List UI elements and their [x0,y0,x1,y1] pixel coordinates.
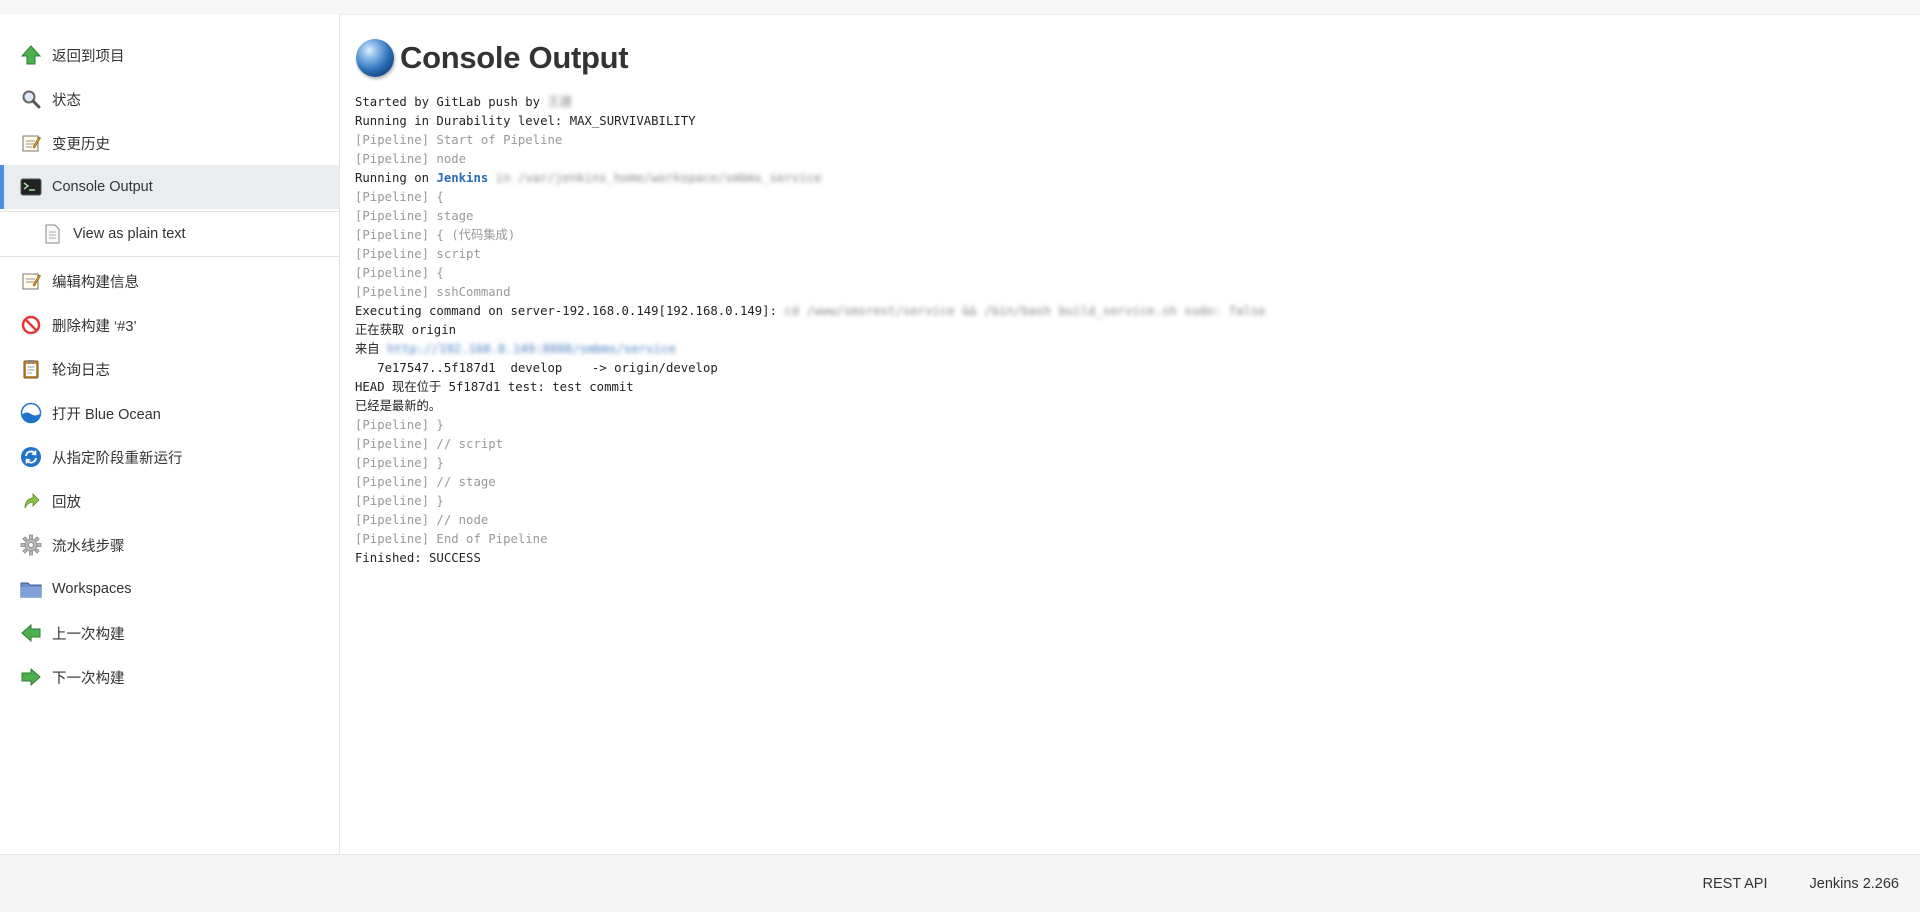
console-line: Running in Durability level: MAX_SURVIVA… [355,114,696,128]
sidebar-task-list: 返回到项目 状态 变更历史 Console Output View as pla [0,14,339,699]
console-line: [Pipeline] } [355,456,444,470]
sidebar-item-workspaces[interactable]: Workspaces [0,567,339,611]
console-line: Running on Jenkins in /var/jenkins_home/… [355,171,822,185]
sidebar-item-label: 删除构建 ‘#3’ [52,318,137,335]
sidebar-item-label: 回放 [52,494,81,511]
console-line: [Pipeline] { (代码集成) [355,228,516,242]
main-panel: Console Output Started by GitLab push by… [340,14,1920,854]
console-line: [Pipeline] // script [355,437,504,451]
sidebar-item-label: 变更历史 [52,136,110,153]
console-line: [Pipeline] } [355,418,444,432]
edit-notepad-icon [20,270,42,292]
refresh-icon [20,446,42,468]
console-line: 来自 http://192.168.0.149:8888/smbms/servi… [355,342,676,356]
sidebar-item-label: View as plain text [73,226,186,242]
sidebar: 返回到项目 状态 变更历史 Console Output View as pla [0,14,340,854]
console-output: Started by GitLab push by 王建 Running in D… [355,93,1266,568]
console-globe-icon [356,39,394,77]
sidebar-item-label: 轮询日志 [52,362,110,379]
console-line: [Pipeline] } [355,494,444,508]
sidebar-item-label: 编辑构建信息 [52,274,139,291]
jenkins-version-link[interactable]: Jenkins 2.266 [1810,876,1899,892]
console-line: [Pipeline] sshCommand [355,285,511,299]
console-line: Started by GitLab push by 王建 [355,95,573,109]
console-line: [Pipeline] script [355,247,481,261]
console-line: 7e17547..5f187d1 develop -> origin/devel… [355,361,718,375]
sidebar-item-back-to-project[interactable]: 返回到项目 [0,33,339,77]
page-title-row: Console Output [356,39,629,77]
right-arrow-icon [20,666,42,688]
sidebar-item-view-plain-text[interactable]: View as plain text [0,211,339,257]
sidebar-item-label: 上一次构建 [52,626,125,643]
redacted-command: cd /www/smsrest/service && /bin/bash bui… [784,304,1266,318]
sidebar-item-label: Console Output [52,179,153,195]
sidebar-item-next-build[interactable]: 下一次构建 [0,655,339,699]
notepad-icon [20,132,42,154]
top-header-bar [0,0,1920,15]
magnifier-icon [20,88,42,110]
sidebar-item-polling-log[interactable]: 轮询日志 [0,347,339,391]
console-line: Executing command on server-192.168.0.14… [355,304,1266,318]
sidebar-item-label: 返回到项目 [52,48,125,65]
sidebar-item-pipeline-steps[interactable]: 流水线步骤 [0,523,339,567]
sidebar-item-label: 下一次构建 [52,670,125,687]
page-footer: REST API Jenkins 2.266 [0,854,1920,912]
gear-icon [20,534,42,556]
sidebar-item-restart-from-stage[interactable]: 从指定阶段重新运行 [0,435,339,479]
console-line: HEAD 现在位于 5f187d1 test: test commit [355,380,634,394]
sidebar-item-label: 状态 [52,92,81,109]
sidebar-item-delete-build[interactable]: 删除构建 ‘#3’ [0,303,339,347]
console-line: 已经是最新的。 [355,399,442,413]
blue-ocean-icon [20,402,42,424]
clipboard-icon [20,358,42,380]
footer-links: REST API Jenkins 2.266 [1703,876,1900,892]
sidebar-item-edit-build-info[interactable]: 编辑构建信息 [0,259,339,303]
sidebar-item-label: Workspaces [52,581,132,597]
console-line: [Pipeline] // node [355,513,489,527]
sidebar-item-status[interactable]: 状态 [0,77,339,121]
jenkins-node-link[interactable]: Jenkins [436,171,488,185]
redacted-username: 王建 [547,95,573,109]
redacted-repo-url: http://192.168.0.149:8888/smbms/service [387,342,676,356]
page-title: Console Output [400,40,629,75]
console-line: [Pipeline] stage [355,209,474,223]
console-line: [Pipeline] End of Pipeline [355,532,548,546]
console-line: [Pipeline] { [355,190,444,204]
folder-icon [20,578,42,600]
sidebar-item-previous-build[interactable]: 上一次构建 [0,611,339,655]
sidebar-item-label: 从指定阶段重新运行 [52,450,183,467]
sidebar-item-label: 打开 Blue Ocean [52,406,161,423]
replay-arrow-icon [20,490,42,512]
sidebar-item-open-blue-ocean[interactable]: 打开 Blue Ocean [0,391,339,435]
up-arrow-icon [20,44,42,66]
console-line-finished-status: Finished: SUCCESS [355,551,481,565]
console-line: [Pipeline] { [355,266,444,280]
console-line: [Pipeline] Start of Pipeline [355,133,563,147]
sidebar-item-replay[interactable]: 回放 [0,479,339,523]
sidebar-item-console-output[interactable]: Console Output [0,165,339,209]
redacted-workspace-path: in /var/jenkins_home/workspace/smbms_ser… [488,171,822,185]
left-arrow-icon [20,622,42,644]
console-line: [Pipeline] node [355,152,467,166]
sidebar-item-label: 流水线步骤 [52,538,125,555]
sidebar-item-changes[interactable]: 变更历史 [0,121,339,165]
console-line: [Pipeline] // stage [355,475,496,489]
no-entry-icon [20,314,42,336]
terminal-icon [20,176,42,198]
console-line: 正在获取 origin [355,323,457,337]
document-icon [41,223,63,245]
rest-api-link[interactable]: REST API [1703,876,1768,892]
